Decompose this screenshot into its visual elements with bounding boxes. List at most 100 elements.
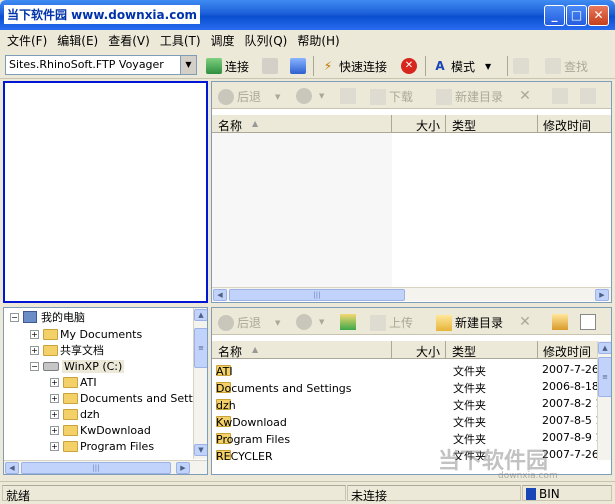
- chevron-down-icon: ▼: [275, 92, 281, 101]
- tree-node-shared-docs[interactable]: + 共享文档: [30, 342, 104, 358]
- column-divider[interactable]: [391, 341, 392, 359]
- tree-vscrollbar[interactable]: ▲ ≡ ▼: [193, 308, 207, 459]
- scroll-down-button[interactable]: ▼: [194, 444, 207, 456]
- scroll-up-button[interactable]: ▲: [194, 309, 207, 321]
- chevron-down-icon: ▼: [319, 318, 325, 326]
- expand-icon[interactable]: +: [50, 393, 59, 403]
- tree-node-my-documents[interactable]: + My Documents: [30, 326, 142, 342]
- minimize-button[interactable]: _: [544, 5, 565, 26]
- header-size[interactable]: 大小: [416, 117, 440, 134]
- reconnect-button[interactable]: [290, 56, 309, 76]
- table-row[interactable]: KwDownload 文件夹 2007-8-5 1: [212, 412, 597, 429]
- remote-refresh-button[interactable]: [552, 88, 571, 104]
- new-folder-icon: [436, 314, 452, 331]
- menu-schedule[interactable]: 调度: [206, 32, 240, 49]
- local-properties-button[interactable]: [580, 314, 599, 330]
- table-row[interactable]: dzh 文件夹 2007-8-2 1: [212, 395, 597, 412]
- remote-back-button[interactable]: 后退 ▼: [218, 88, 280, 105]
- upload-tool-button[interactable]: [513, 56, 532, 76]
- header-modified[interactable]: 修改时间: [543, 343, 591, 360]
- local-up-button[interactable]: [340, 314, 359, 330]
- chevron-down-icon[interactable]: ▼: [180, 56, 196, 74]
- column-divider[interactable]: [445, 115, 446, 133]
- site-select[interactable]: Sites.RhinoSoft.FTP Voyager ▼: [5, 55, 197, 75]
- log-pane[interactable]: [3, 81, 208, 303]
- expand-icon[interactable]: +: [50, 409, 59, 419]
- column-divider[interactable]: [537, 341, 538, 359]
- tree-node-my-computer[interactable]: − 我的电脑: [10, 309, 85, 325]
- mode-button[interactable]: A 模式 ▼: [432, 56, 491, 76]
- file-name: ATI: [216, 365, 233, 378]
- disconnect-button[interactable]: [262, 56, 281, 76]
- expand-icon[interactable]: +: [30, 345, 39, 355]
- collapse-icon[interactable]: −: [10, 312, 19, 322]
- local-forward-button[interactable]: ▼: [296, 314, 324, 330]
- menu-file[interactable]: 文件(F): [2, 32, 52, 49]
- remote-file-list[interactable]: [212, 133, 392, 287]
- maximize-button[interactable]: □: [566, 5, 587, 26]
- local-delete-button[interactable]: ✕: [517, 314, 536, 330]
- expand-icon[interactable]: +: [30, 329, 39, 339]
- upload-button[interactable]: 上传: [370, 314, 413, 331]
- scroll-left-button[interactable]: ◀: [213, 289, 227, 301]
- scroll-up-button[interactable]: ▲: [598, 342, 611, 354]
- local-new-dir-button[interactable]: 新建目录: [436, 314, 503, 331]
- collapse-icon[interactable]: −: [30, 361, 39, 371]
- remote-up-button[interactable]: [340, 88, 359, 104]
- scroll-thumb[interactable]: ≡: [194, 328, 207, 368]
- remote-hscrollbar[interactable]: ◀ ||| ▶: [212, 287, 611, 301]
- local-new-dir-label: 新建目录: [455, 316, 504, 330]
- scroll-right-button[interactable]: ▶: [595, 289, 609, 301]
- menu-help[interactable]: 帮助(H): [292, 32, 344, 49]
- mode-icon: [526, 488, 536, 500]
- properties-icon: [580, 314, 596, 330]
- local-refresh-button[interactable]: [552, 314, 571, 330]
- tree-node-dzh[interactable]: + dzh: [50, 406, 100, 422]
- table-row[interactable]: ATI 文件夹 2007-7-26: [212, 361, 597, 378]
- remote-new-dir-button[interactable]: 新建目录: [436, 88, 503, 105]
- header-type[interactable]: 类型: [452, 343, 476, 360]
- column-divider[interactable]: [537, 115, 538, 133]
- remote-back-label: 后退: [237, 90, 262, 104]
- connect-button[interactable]: 连接: [206, 56, 249, 76]
- stop-button[interactable]: ✕: [401, 56, 420, 76]
- menu-edit[interactable]: 编辑(E): [52, 32, 103, 49]
- menu-tools[interactable]: 工具(T): [155, 32, 206, 49]
- header-modified[interactable]: 修改时间: [543, 117, 591, 134]
- scroll-thumb[interactable]: |||: [21, 462, 171, 474]
- connect-icon: [206, 58, 222, 74]
- remote-forward-button[interactable]: ▼: [296, 88, 324, 104]
- search-button[interactable]: 查找: [545, 56, 588, 76]
- tree-hscrollbar[interactable]: ◀ ||| ▶: [4, 460, 207, 474]
- scroll-left-button[interactable]: ◀: [5, 462, 19, 474]
- local-back-button[interactable]: 后退 ▼: [218, 314, 280, 331]
- local-vscrollbar[interactable]: ▲ ≡: [597, 341, 611, 460]
- quick-connect-button[interactable]: ⚡ 快速连接: [320, 56, 387, 76]
- tree-node-documents-settings[interactable]: + Documents and Settin: [50, 390, 203, 406]
- menu-view[interactable]: 查看(V): [103, 32, 155, 49]
- chevron-down-icon: ▼: [275, 318, 281, 327]
- remote-properties-button[interactable]: [580, 88, 599, 104]
- header-type[interactable]: 类型: [452, 117, 476, 134]
- header-size[interactable]: 大小: [416, 343, 440, 360]
- header-name[interactable]: 名称: [218, 343, 242, 360]
- tree-node-kwdownload[interactable]: + KwDownload: [50, 422, 151, 438]
- download-button[interactable]: 下载: [370, 88, 413, 105]
- expand-icon[interactable]: +: [50, 377, 59, 387]
- table-row[interactable]: Documents and Settings 文件夹 2006-8-18: [212, 378, 597, 395]
- header-name[interactable]: 名称: [218, 117, 242, 134]
- menu-queue[interactable]: 队列(Q): [240, 32, 293, 49]
- scroll-right-button[interactable]: ▶: [176, 462, 190, 474]
- scroll-thumb[interactable]: ≡: [598, 357, 611, 397]
- expand-icon[interactable]: +: [50, 425, 59, 435]
- column-divider[interactable]: [445, 341, 446, 359]
- tree-node-program-files[interactable]: + Program Files: [50, 438, 154, 454]
- column-divider[interactable]: [391, 115, 392, 133]
- expand-icon[interactable]: +: [50, 441, 59, 451]
- tree-node-drive-c[interactable]: − WinXP (C:): [30, 358, 125, 374]
- remote-delete-button[interactable]: ✕: [517, 88, 536, 104]
- tree-node-ati[interactable]: + ATI: [50, 374, 97, 390]
- close-button[interactable]: ✕: [588, 5, 609, 26]
- scroll-thumb[interactable]: |||: [229, 289, 405, 301]
- folder-icon: [63, 376, 78, 388]
